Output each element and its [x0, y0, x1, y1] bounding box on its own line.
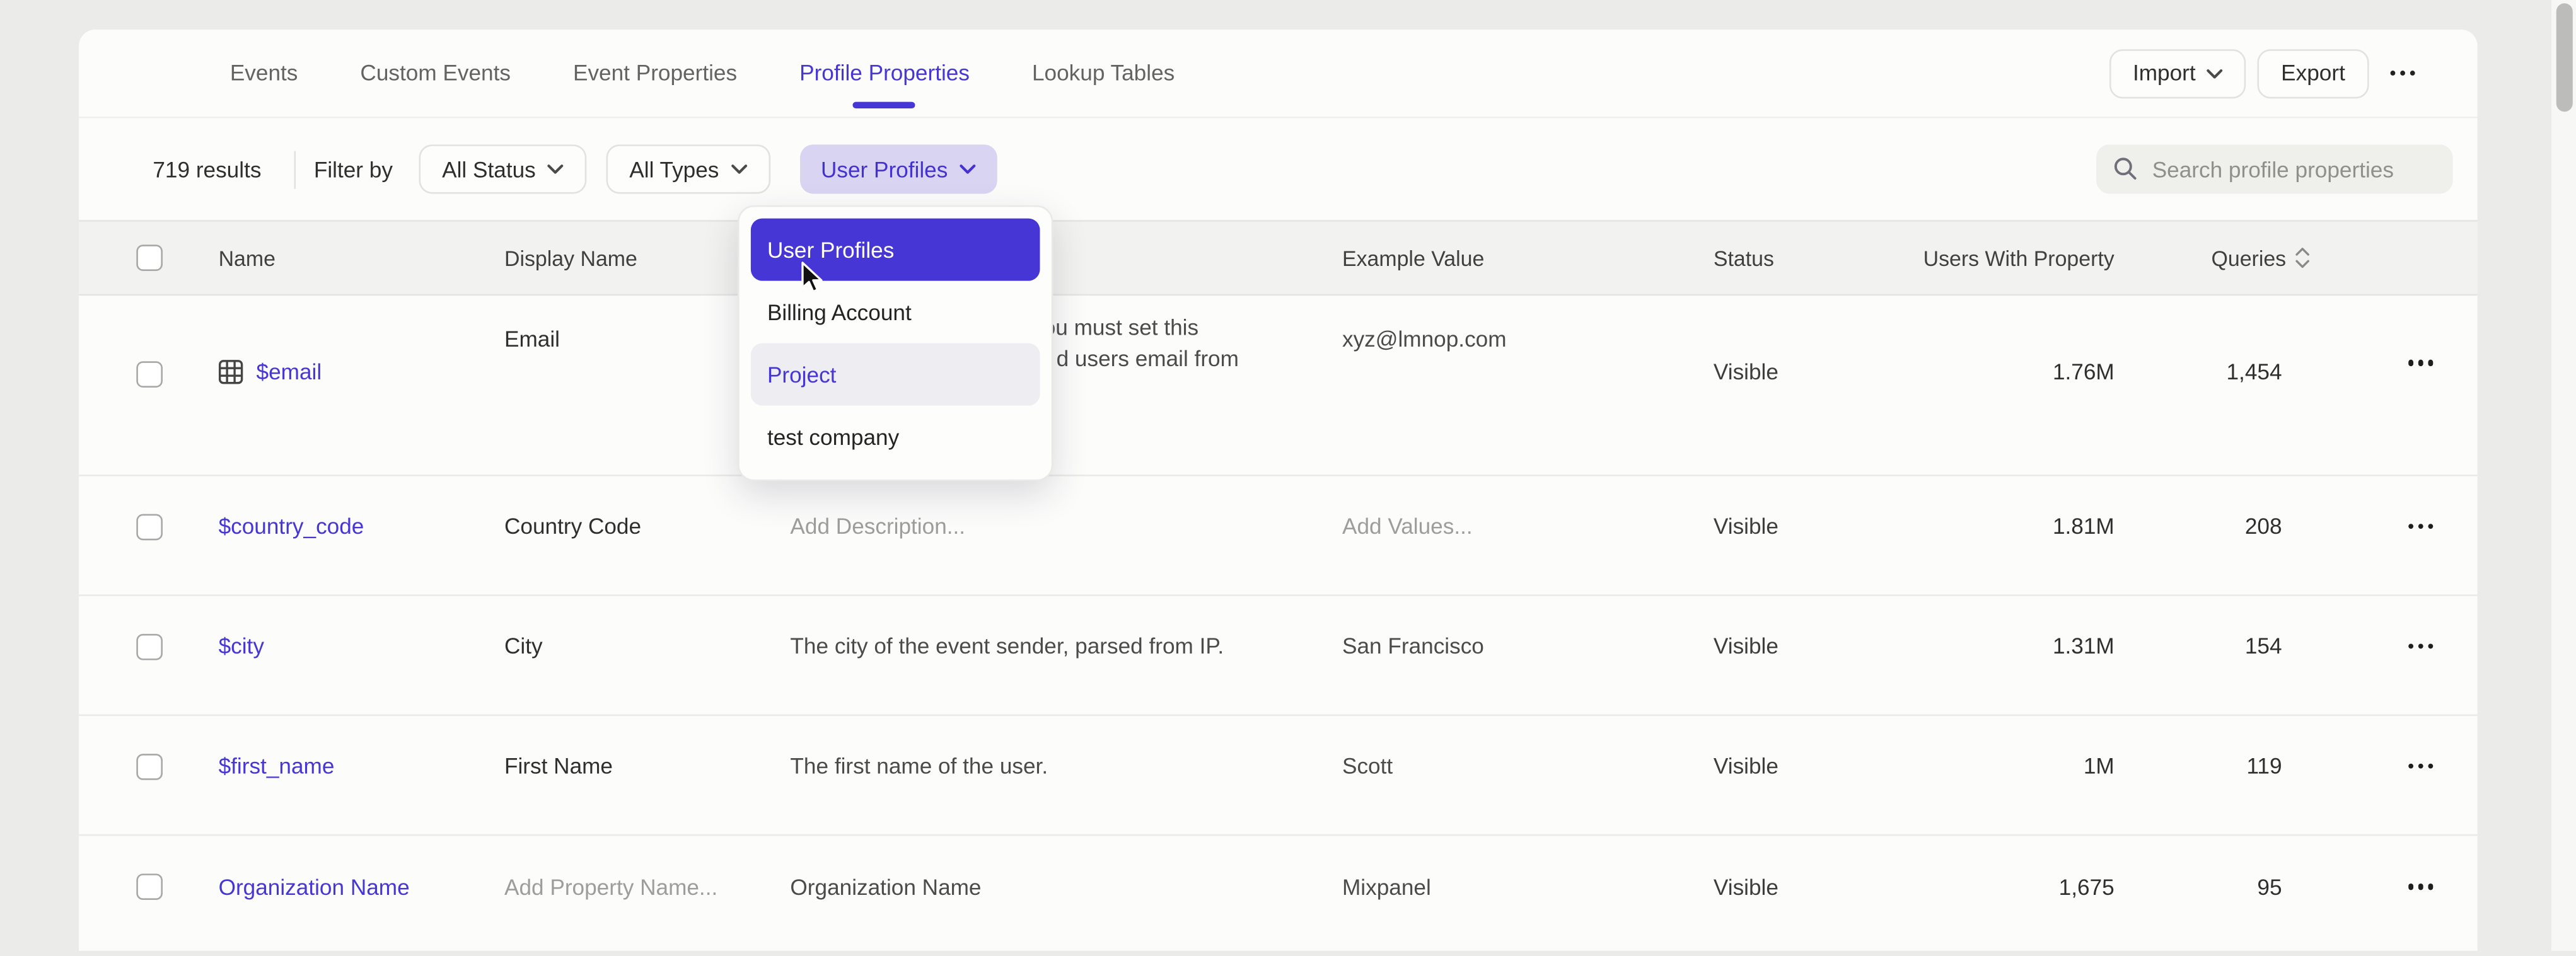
tab-lookup-tables[interactable]: Lookup Tables [1032, 60, 1175, 85]
export-button[interactable]: Export [2258, 49, 2369, 98]
description-cell[interactable]: Add Description... [790, 476, 1342, 595]
users-with-property-cell: 1.81M [1886, 476, 2115, 595]
property-name-link[interactable]: $city [219, 634, 264, 659]
row-checkbox[interactable] [136, 633, 162, 660]
tab-custom-events[interactable]: Custom Events [360, 60, 511, 85]
display-name-cell[interactable]: Add Property Name... [504, 836, 790, 955]
table-grid-icon [219, 360, 243, 384]
description-cell[interactable]: Organization Name [790, 836, 1342, 955]
divider [294, 150, 296, 188]
table-row: $city City The city of the event sender,… [79, 596, 2478, 716]
property-name-link[interactable]: $first_name [219, 754, 335, 778]
profile-type-filter-button[interactable]: User Profiles [799, 144, 997, 193]
status-cell[interactable]: Visible [1714, 716, 1886, 834]
search-icon [2113, 156, 2139, 183]
select-all-checkbox[interactable] [136, 245, 162, 271]
users-with-property-cell: 1M [1886, 716, 2115, 834]
queries-cell: 95 [2115, 836, 2282, 955]
type-filter-button[interactable]: All Types [606, 144, 770, 193]
description-cell[interactable]: The first name of the user. [790, 716, 1342, 834]
queries-cell: 1,454 [2115, 296, 2282, 475]
row-more-options-button[interactable] [2282, 524, 2478, 529]
tab-profile-properties[interactable]: Profile Properties [799, 60, 970, 85]
filter-bar: 719 results Filter by All Status All Typ… [79, 118, 2478, 221]
import-button[interactable]: Import [2109, 49, 2246, 98]
row-checkbox[interactable] [136, 361, 162, 388]
property-name-link[interactable]: $email [219, 360, 322, 384]
import-button-label: Import [2133, 60, 2196, 85]
row-more-options-button[interactable] [2282, 884, 2478, 890]
users-with-property-cell: 1.76M [1886, 296, 2115, 475]
status-cell[interactable]: Visible [1714, 836, 1886, 955]
display-name-cell[interactable]: City [504, 596, 790, 715]
content-card: Events Custom Events Event Properties Pr… [79, 30, 2478, 951]
chevron-down-icon [2207, 68, 2224, 78]
table-row: $first_name First Name The first name of… [79, 716, 2478, 836]
tab-event-properties[interactable]: Event Properties [573, 60, 737, 85]
users-with-property-cell: 1.31M [1886, 596, 2115, 715]
table-header-row: Name Display Name Example Value Status U… [79, 220, 2478, 296]
filter-by-label: Filter by [314, 157, 393, 181]
queries-cell: 154 [2115, 596, 2282, 715]
property-name-label: $email [257, 360, 322, 384]
row-checkbox[interactable] [136, 513, 162, 539]
display-name-cell[interactable]: First Name [504, 716, 790, 834]
example-value-cell[interactable]: Add Values... [1342, 476, 1714, 595]
profile-properties-page: Events Custom Events Event Properties Pr… [0, 0, 2576, 951]
dropdown-item-test-company[interactable]: test company [751, 406, 1040, 468]
tab-bar: Events Custom Events Event Properties Pr… [79, 30, 2478, 118]
profile-type-dropdown-menu: User Profiles Billing Account Project te… [738, 205, 1053, 481]
export-button-label: Export [2281, 60, 2345, 85]
description-fragment: ou must set this [1043, 315, 1198, 340]
tab-events[interactable]: Events [230, 60, 298, 85]
description-fragment: d users email from [1057, 347, 1239, 371]
row-more-options-button[interactable] [2282, 360, 2478, 366]
queries-cell: 208 [2115, 476, 2282, 595]
dropdown-item-user-profiles[interactable]: User Profiles [751, 219, 1040, 281]
toolbar: Import Export [2109, 30, 2425, 117]
search-input[interactable] [2152, 157, 2437, 181]
status-cell[interactable]: Visible [1714, 476, 1886, 595]
row-checkbox[interactable] [136, 753, 162, 780]
table-row: $email Email ou must set this d users em… [79, 296, 2478, 476]
mouse-cursor-icon [800, 261, 825, 296]
scrollbar-track [2551, 0, 2576, 951]
property-name-link[interactable]: Organization Name [219, 875, 410, 899]
users-with-property-cell: 1,675 [1886, 836, 2115, 955]
column-header-status: Status [1714, 222, 1886, 294]
queries-cell: 119 [2115, 716, 2282, 834]
example-value-cell[interactable]: Scott [1342, 716, 1714, 834]
search-box [2096, 144, 2452, 193]
display-name-cell[interactable]: Country Code [504, 476, 790, 595]
column-header-example-value: Example Value [1342, 222, 1714, 294]
more-options-button[interactable] [2380, 70, 2425, 76]
status-filter-label: All Status [442, 157, 536, 181]
property-name-link[interactable]: $country_code [219, 514, 364, 539]
table-row: $country_code Country Code Add Descripti… [79, 476, 2478, 596]
status-filter-button[interactable]: All Status [419, 144, 587, 193]
dropdown-item-project[interactable]: Project [751, 343, 1040, 406]
type-filter-label: All Types [629, 157, 719, 181]
chevron-down-icon [547, 164, 564, 175]
row-more-options-button[interactable] [2282, 763, 2478, 769]
chevron-down-icon [731, 164, 747, 175]
chevron-down-icon [960, 164, 976, 175]
profile-type-filter-label: User Profiles [821, 157, 948, 181]
example-value-cell[interactable]: San Francisco [1342, 596, 1714, 715]
column-header-queries[interactable]: Queries [2115, 222, 2282, 294]
row-more-options-button[interactable] [2282, 643, 2478, 649]
status-cell[interactable]: Visible [1714, 596, 1886, 715]
column-header-name: Name [219, 222, 504, 294]
queries-header-label: Queries [2212, 246, 2287, 270]
example-value-cell[interactable]: xyz@lmnop.com [1342, 296, 1714, 475]
description-cell[interactable]: The city of the event sender, parsed fro… [790, 596, 1342, 715]
dropdown-item-billing-account[interactable]: Billing Account [751, 281, 1040, 343]
example-value-cell[interactable]: Mixpanel [1342, 836, 1714, 955]
column-header-users-with-property: Users With Property [1886, 222, 2115, 294]
row-checkbox[interactable] [136, 873, 162, 900]
status-cell[interactable]: Visible [1714, 296, 1886, 475]
table-row: Organization Name Add Property Name... O… [79, 836, 2478, 955]
results-count: 719 results [153, 157, 261, 181]
scrollbar-thumb[interactable] [2555, 3, 2572, 112]
